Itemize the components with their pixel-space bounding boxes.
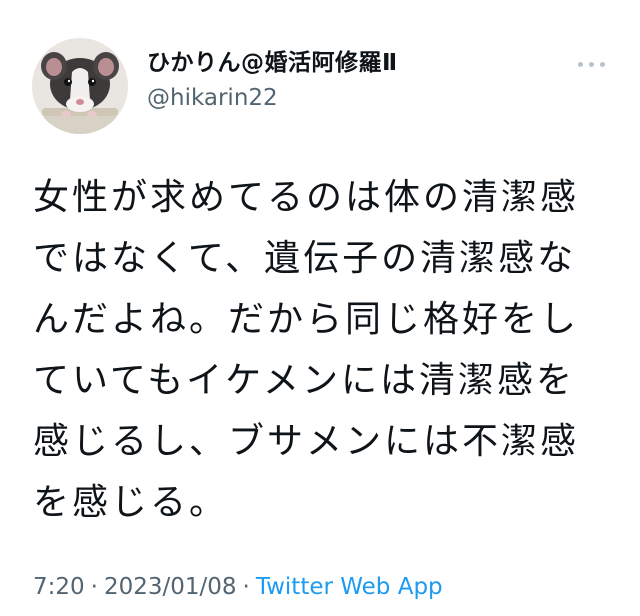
- tweet-source-link[interactable]: Twitter Web App: [256, 574, 443, 600]
- more-options-button[interactable]: [574, 52, 608, 76]
- meta-separator: ·: [242, 574, 250, 600]
- tweet-card: ひかりん@婚活阿修羅Ⅱ @hikarin22 女性が求めてるのは体の清潔感 では…: [0, 0, 640, 616]
- tweet-date[interactable]: 2023/01/08: [104, 574, 237, 600]
- rat-avatar-icon: [32, 38, 128, 134]
- meta-separator: ·: [90, 574, 98, 600]
- tweet-time[interactable]: 7:20: [33, 574, 85, 600]
- display-name[interactable]: ひかりん@婚活阿修羅Ⅱ: [147, 48, 398, 78]
- user-handle[interactable]: @hikarin22: [147, 83, 398, 113]
- avatar[interactable]: [32, 38, 128, 134]
- author-block: ひかりん@婚活阿修羅Ⅱ @hikarin22: [147, 48, 398, 113]
- tweet-meta: 7:20 · 2023/01/08 · Twitter Web App: [33, 572, 443, 602]
- tweet-text: 女性が求めてるのは体の清潔感 ではなくて、遺伝子の清潔感な んだよね。だから同じ…: [33, 177, 580, 523]
